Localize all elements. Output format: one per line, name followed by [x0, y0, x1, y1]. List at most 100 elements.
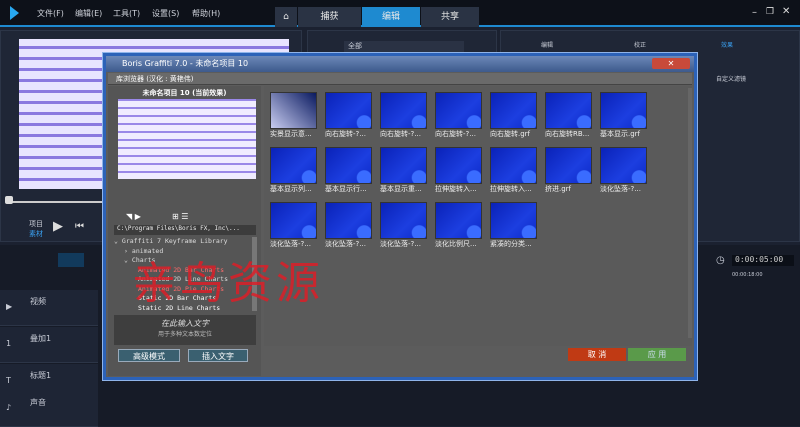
- title-track-icon: T: [6, 376, 11, 385]
- close-button[interactable]: ✕: [782, 6, 790, 17]
- track-video[interactable]: ▶ 视频: [0, 290, 98, 326]
- subtab-edit[interactable]: 编辑: [541, 40, 553, 49]
- effect-thumbnail[interactable]: 淡化坠落-?...: [270, 202, 324, 249]
- minimize-button[interactable]: –: [752, 7, 757, 18]
- track-name: 叠加1: [30, 334, 52, 343]
- thumbnail-label: 基本显示行...: [325, 185, 367, 193]
- effect-thumbnail[interactable]: 基本显示列...: [270, 147, 324, 194]
- watermark: 亲鸟资源: [132, 258, 324, 309]
- effect-thumbnail[interactable]: 基本显示重...: [380, 147, 434, 194]
- thumbnail-image: [435, 147, 482, 184]
- menu-file[interactable]: 文件(F): [37, 8, 64, 19]
- play-button[interactable]: ▶: [53, 219, 63, 234]
- effect-thumbnail[interactable]: 淡化比例尺...: [435, 202, 489, 249]
- thumbnail-label: 挤进.grf: [545, 185, 572, 193]
- title-bar: 文件(F) 编辑(E) 工具(T) 设置(S) 帮助(H) ⌂ 捕获 编辑 共享…: [0, 0, 800, 27]
- grid-scrollbar[interactable]: [688, 88, 692, 338]
- cancel-button[interactable]: 取 消: [568, 348, 626, 361]
- thumbnail-label: 拉伸旋转入...: [490, 185, 532, 193]
- thumbnail-label: 紧凑的分类...: [490, 240, 532, 248]
- thumbnail-label: 向右旋转RB...: [545, 130, 590, 138]
- effect-thumbnail[interactable]: 拉伸旋转入...: [435, 147, 489, 194]
- effect-thumbnail[interactable]: 向右旋转RB...: [545, 92, 599, 139]
- home-tab[interactable]: ⌂: [275, 7, 297, 27]
- track-audio[interactable]: ♪ 声音: [0, 391, 98, 427]
- thumbnail-label: 基本显示.grf: [600, 130, 641, 138]
- overlay-track-icon: 1: [6, 339, 12, 348]
- insert-text-button[interactable]: 插入文字: [188, 349, 248, 362]
- tree-expander-icon[interactable]: ›: [124, 247, 128, 255]
- effect-thumbnail[interactable]: 淡化坠落-?...: [380, 202, 434, 249]
- track-overlay[interactable]: 1 叠加1: [0, 327, 98, 363]
- menu-tools[interactable]: 工具(T): [113, 8, 140, 19]
- thumbnail-image: [435, 92, 482, 129]
- thumbnail-label: 基本显示列...: [270, 185, 312, 193]
- tree-expander-icon[interactable]: ⌄: [114, 237, 118, 245]
- subtab-correct[interactable]: 校正: [634, 40, 646, 49]
- effect-thumbnail[interactable]: 基本显示.grf: [600, 92, 654, 139]
- library-filter-dropdown[interactable]: 全部: [344, 41, 464, 52]
- thumbnail-label: 淡化坠落-?...: [600, 185, 641, 193]
- thumbnail-image: [600, 147, 647, 184]
- effect-thumbnail[interactable]: 挤进.grf: [545, 147, 599, 194]
- thumbnail-image: [270, 147, 317, 184]
- effect-thumbnail[interactable]: 向右旋转-?...: [435, 92, 489, 139]
- text-input-area[interactable]: 在此输入文字 用于多种文本数定位: [114, 315, 256, 345]
- effect-thumbnail[interactable]: 拉伸旋转入...: [490, 147, 544, 194]
- track-name: 视频: [30, 297, 46, 306]
- audio-track-icon: ♪: [6, 403, 12, 412]
- track-name: 标题1: [30, 371, 52, 380]
- tab-edit[interactable]: 编辑: [362, 7, 420, 27]
- view-toggle-icon[interactable]: ⊞ ☰: [172, 212, 188, 221]
- text-input[interactable]: 在此输入文字: [114, 318, 256, 329]
- skip-start-button[interactable]: ⏮: [75, 221, 84, 232]
- boris-graffiti-dialog: Boris Graffiti 7.0 - 未命名项目 10 ✕ 库浏览器 (汉化…: [103, 53, 697, 380]
- track-name: 声音: [30, 398, 46, 407]
- menu-edit[interactable]: 编辑(E): [75, 8, 102, 19]
- project-mode[interactable]: 项目: [29, 219, 43, 229]
- dialog-title: Boris Graffiti 7.0 - 未命名项目 10: [106, 56, 694, 72]
- thumbnail-image: [325, 147, 372, 184]
- browser-label: 库浏览器 (汉化 : 黄艳伟): [108, 73, 692, 85]
- thumbnail-label: 向右旋转-?...: [325, 130, 366, 138]
- apply-button[interactable]: 应 用: [628, 348, 686, 361]
- thumbnail-image: [325, 202, 372, 239]
- thumbnail-label: 向右旋转-?...: [380, 130, 421, 138]
- clip-mode[interactable]: 素材: [29, 229, 43, 239]
- play-preview-icon[interactable]: ◥ ▶: [126, 212, 141, 221]
- effect-thumbnail[interactable]: 紧凑的分类...: [490, 202, 544, 249]
- effect-thumbnail[interactable]: 实景显示意...: [270, 92, 324, 139]
- effect-thumbnail[interactable]: 向右旋转-?...: [325, 92, 379, 139]
- thumbnail-image: [490, 92, 537, 129]
- dialog-close-button[interactable]: ✕: [652, 58, 690, 69]
- thumbnail-image: [490, 147, 537, 184]
- menu-help[interactable]: 帮助(H): [192, 8, 220, 19]
- effect-thumbnail[interactable]: 基本显示行...: [325, 147, 379, 194]
- thumbnail-image: [380, 147, 427, 184]
- effect-thumbnail[interactable]: 向右旋转-?...: [380, 92, 434, 139]
- effect-thumbnail[interactable]: 向右旋转.grf: [490, 92, 544, 139]
- tree-item[interactable]: ⌄ Graffiti 7 Keyframe Library: [114, 237, 252, 247]
- thumbnail-label: 向右旋转.grf: [490, 130, 531, 138]
- effect-thumbnail[interactable]: 淡化坠落-?...: [600, 147, 654, 194]
- tab-capture[interactable]: 捕获: [298, 7, 361, 27]
- custom-filter-item[interactable]: 自定义滤镜: [716, 74, 746, 83]
- effect-thumbnail[interactable]: 淡化坠落-?...: [325, 202, 379, 249]
- menu-settings[interactable]: 设置(S): [152, 8, 179, 19]
- subtab-effects[interactable]: 效果: [721, 40, 733, 49]
- tree-item-label: Graffiti 7 Keyframe Library: [121, 237, 228, 245]
- path-dropdown[interactable]: C:\Program Files\Boris FX, Inc\...: [114, 225, 256, 235]
- scrub-handle[interactable]: [5, 196, 13, 204]
- preview-title: 未命名项目 10 (当前效果): [142, 89, 227, 97]
- advanced-mode-button[interactable]: 高级模式: [118, 349, 180, 362]
- thumbnail-image: [380, 92, 427, 129]
- thumbnail-label: 实景显示意...: [270, 130, 312, 138]
- tree-expander-icon[interactable]: ⌄: [124, 256, 128, 264]
- thumbnail-label: 向右旋转-?...: [435, 130, 476, 138]
- timecode-display[interactable]: 0:00:05:00: [732, 255, 794, 266]
- thumbnail-label: 拉伸旋转入...: [435, 185, 477, 193]
- tab-share[interactable]: 共享: [421, 7, 479, 27]
- thumbnail-image: [545, 92, 592, 129]
- timeline-view-icon[interactable]: [58, 253, 84, 267]
- restore-button[interactable]: ❐: [766, 7, 774, 17]
